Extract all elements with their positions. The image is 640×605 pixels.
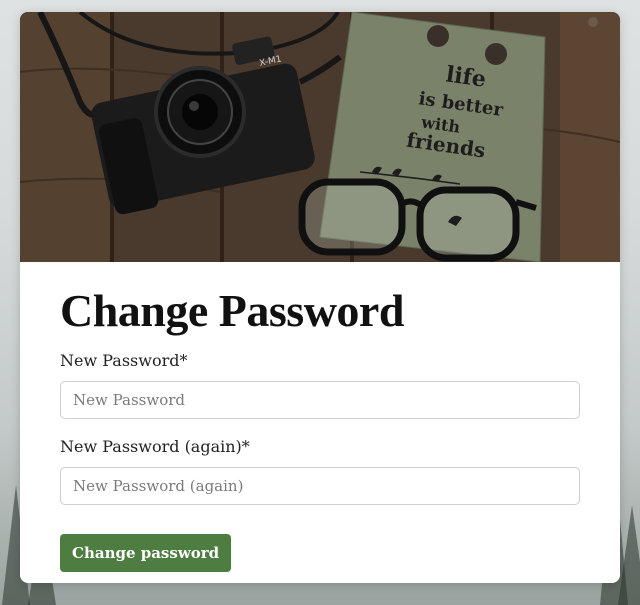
hero-photo: life is better with friends X-M1 — [20, 12, 620, 262]
hero-image: life is better with friends X-M1 — [20, 12, 620, 262]
notebook-line-1: life — [444, 61, 487, 92]
change-password-card: life is better with friends X-M1 Change … — [20, 12, 620, 583]
new-password-input[interactable] — [60, 381, 580, 419]
new-password-again-input[interactable] — [60, 467, 580, 505]
change-password-button[interactable]: Change password — [60, 534, 232, 572]
new-password-again-label: New Password (again)* — [60, 437, 250, 456]
new-password-label: New Password* — [60, 351, 188, 370]
page-title: Change Password — [60, 285, 404, 336]
